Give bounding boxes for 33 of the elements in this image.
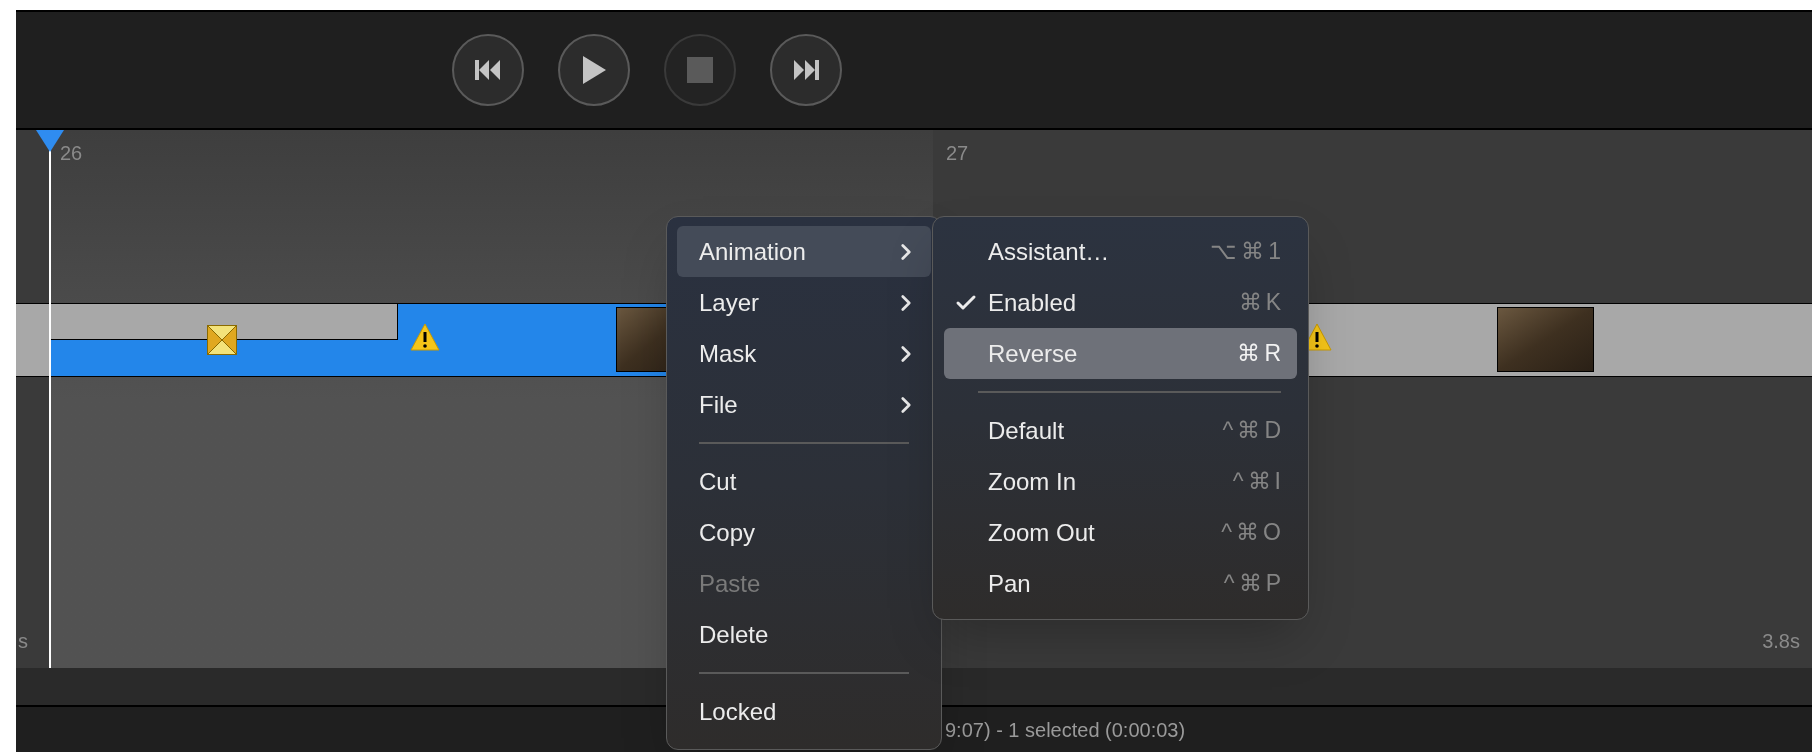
shortcut: ⌥⌘1	[1210, 237, 1285, 267]
skip-back-icon	[473, 58, 503, 82]
keyframe-icon	[207, 325, 237, 355]
shortcut: ^⌘O	[1221, 518, 1285, 548]
menu-item[interactable]: Assistant… ⌥⌘1	[944, 226, 1297, 277]
time-label: 3.8s	[1762, 629, 1800, 654]
shortcut: ^⌘I	[1232, 467, 1285, 497]
menu-item[interactable]: Pan ^⌘P	[944, 558, 1297, 609]
menu-item[interactable]: Zoom In ^⌘I	[944, 456, 1297, 507]
menu-item[interactable]: Animation	[677, 226, 931, 277]
menu-item[interactable]: File	[677, 379, 931, 430]
menu-item[interactable]: Mask	[677, 328, 931, 379]
shortcut: ⌘R	[1237, 339, 1285, 369]
play-icon	[581, 55, 607, 85]
menu-item[interactable]: Copy	[677, 507, 931, 558]
warning-icon	[410, 323, 440, 351]
menu-item[interactable]: Default ^⌘D	[944, 405, 1297, 456]
menu-item[interactable]: Enabled ⌘K	[944, 277, 1297, 328]
menu-item[interactable]: Zoom Out ^⌘O	[944, 507, 1297, 558]
status-text: 9:07) - 1 selected (0:00:03)	[945, 717, 1186, 743]
shortcut: ⌘K	[1238, 288, 1285, 318]
shortcut: ^⌘P	[1223, 569, 1285, 599]
menu-item[interactable]: Delete	[677, 609, 931, 660]
stop-icon	[687, 57, 713, 83]
time-label: s	[18, 629, 28, 654]
ruler-label: 26	[60, 141, 83, 166]
shortcut: ^⌘D	[1222, 416, 1285, 446]
menu-item[interactable]: Cut	[677, 456, 931, 507]
menu-item[interactable]: Layer	[677, 277, 931, 328]
skip-forward-icon	[791, 58, 821, 82]
ruler-label: 27	[946, 141, 969, 166]
menu-item[interactable]: Locked	[677, 686, 931, 737]
menu-item[interactable]: Reverse ⌘R	[944, 328, 1297, 379]
